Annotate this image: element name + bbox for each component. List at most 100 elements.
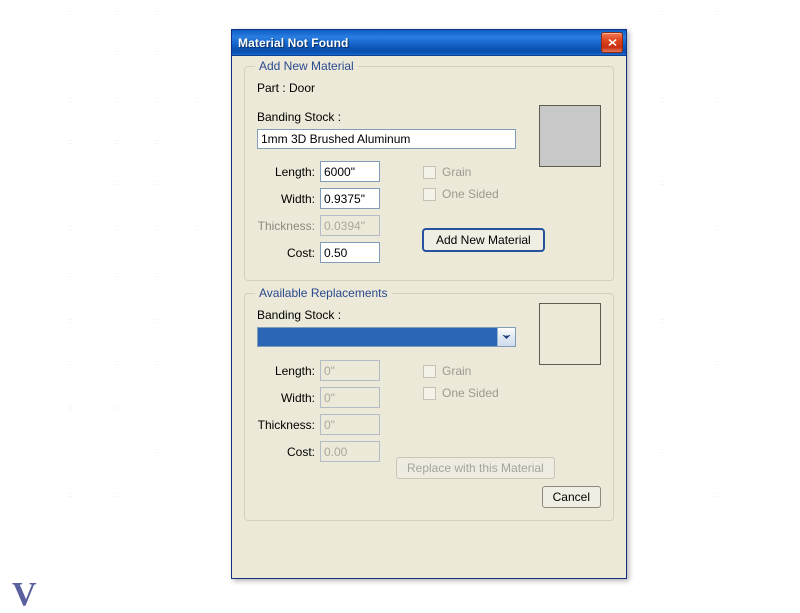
watermark-logo: V [12,576,37,613]
background-mark: :: [68,272,72,279]
material-not-found-dialog: Material Not Found Add New Material Part… [231,29,627,579]
background-mark: :: [195,225,199,232]
background-mark: :: [155,448,159,455]
length-label: Length: [274,164,315,179]
background-mark: :: [115,225,119,232]
length-input[interactable] [320,161,380,182]
background-mark: :: [155,10,159,17]
one-sided-checkbox [423,187,436,201]
replacement-fields: Length: Width: Thickness: Cost: [253,360,380,468]
grain-checkbox-row: Grain [423,165,499,179]
replacement-grain-checkbox-row: Grain [423,364,499,378]
background-mark: :: [68,97,72,104]
chevron-down-icon[interactable] [497,328,515,346]
cancel-button[interactable]: Cancel [541,486,601,508]
background-mark: :: [68,360,72,367]
replacement-length-label: Length: [274,363,315,378]
background-mark: :: [68,405,72,412]
add-material-checkboxes: Grain One Sided [423,165,499,209]
replacement-thickness-label: Thickness: [257,417,315,432]
background-mark: :: [660,448,664,455]
background-mark: :: [715,97,719,104]
dialog-titlebar[interactable]: Material Not Found [232,30,626,56]
background-mark: :: [155,180,159,187]
grain-checkbox [423,364,436,378]
field-row-cost: Cost: [253,441,380,462]
background-mark: :: [715,10,719,17]
replace-with-this-material-button: Replace with this Material [396,457,555,479]
field-row-width: Width: [253,387,380,408]
field-row-width: Width: [253,188,380,209]
replacement-checkboxes: Grain One Sided [423,364,499,408]
replacement-one-sided-checkbox-row: One Sided [423,386,499,400]
background-mark: :: [155,50,159,57]
available-replacements-group: Available Replacements Banding Stock : L… [244,286,614,521]
background-mark: :: [155,318,159,325]
thickness-label: Thickness: [257,218,315,233]
background-mark: :: [715,225,719,232]
background-mark: :: [68,492,72,499]
field-row-thickness: Thickness: [253,215,380,236]
replacement-width-input [320,387,380,408]
background-mark: :: [115,10,119,17]
one-sided-checkbox [423,386,436,400]
replacement-width-label: Width: [280,390,315,405]
background-mark: :: [155,139,159,146]
replacement-banding-stock-combo[interactable] [257,327,516,347]
replacement-grain-label: Grain [442,364,472,378]
background-mark: :: [115,405,119,412]
background-mark: :: [155,97,159,104]
cost-input[interactable] [320,242,380,263]
background-mark: :: [715,360,719,367]
width-input[interactable] [320,188,380,209]
field-row-length: Length: [253,161,380,182]
dialog-client-area: Add New Material Part : Door Banding Sto… [232,56,626,578]
banding-stock-caption: Banding Stock : [257,110,342,124]
background-mark: :: [115,50,119,57]
add-new-material-group: Add New Material Part : Door Banding Sto… [244,59,614,281]
background-mark: :: [115,272,119,279]
background-mark: :: [155,225,159,232]
background-mark: :: [155,272,159,279]
dialog-title: Material Not Found [238,35,349,50]
grain-label: Grain [442,165,472,179]
background-mark: :: [115,139,119,146]
background-mark: :: [115,360,119,367]
background-mark: :: [660,97,664,104]
background-mark: :: [155,360,159,367]
replacement-thickness-input [320,414,380,435]
cost-label: Cost: [286,245,315,260]
field-row-cost: Cost: [253,242,380,263]
close-icon[interactable] [601,32,623,53]
replacement-cost-label: Cost: [286,444,315,459]
field-row-length: Length: [253,360,380,381]
replacement-length-input [320,360,380,381]
background-mark: :: [115,492,119,499]
one-sided-checkbox-row: One Sided [423,187,499,201]
field-row-thickness: Thickness: [253,414,380,435]
one-sided-label: One Sided [442,187,499,201]
replacement-banding-stock-caption: Banding Stock : [257,308,342,322]
background-mark: :: [115,97,119,104]
add-new-material-button[interactable]: Add New Material [423,229,544,251]
replacement-color-swatch [539,303,601,365]
background-mark: :: [660,180,664,187]
part-label: Part : Door [257,81,316,95]
width-label: Width: [280,191,315,206]
replacement-banding-stock-value [258,328,497,346]
thickness-input [320,215,380,236]
background-mark: :: [68,225,72,232]
background-mark: :: [195,97,199,104]
replacement-cost-input [320,441,380,462]
banding-stock-input[interactable] [257,129,516,149]
background-mark: :: [68,10,72,17]
background-mark: :: [715,492,719,499]
background-mark: :: [660,318,664,325]
grain-checkbox [423,165,436,179]
material-color-swatch [539,105,601,167]
background-mark: :: [68,318,72,325]
background-mark: :: [115,180,119,187]
add-material-fields: Length: Width: Thickness: Cost: [253,161,380,269]
background-mark: :: [68,139,72,146]
replacement-one-sided-label: One Sided [442,386,499,400]
